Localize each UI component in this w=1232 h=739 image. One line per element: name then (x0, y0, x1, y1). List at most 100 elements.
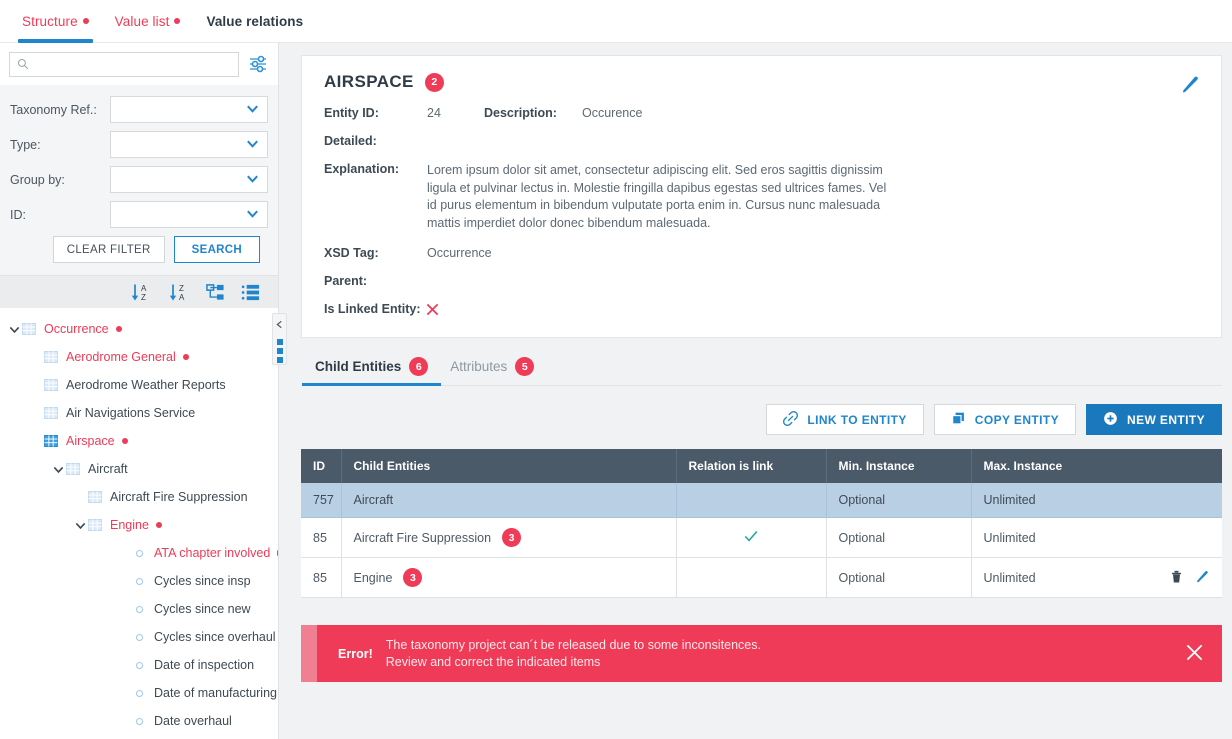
column-header-min-instance[interactable]: Min. Instance (826, 449, 972, 483)
chevron-down-icon (245, 136, 260, 154)
cell-relation-is-link (676, 557, 827, 598)
tree-node[interactable]: Date overhaul (0, 707, 278, 735)
is-linked-entity-label: Is Linked Entity: (324, 302, 421, 316)
edit-entity-pencil-icon[interactable] (1180, 74, 1201, 98)
new-entity-button[interactable]: NEW ENTITY (1086, 404, 1222, 435)
tab-child-entities[interactable]: Child Entities 6 (301, 357, 442, 386)
left-panel: Taxonomy Ref.: Type: Group by: ID: CLEAR… (0, 43, 279, 739)
entity-id-value: 24 (427, 106, 441, 120)
column-header-relation-is-link[interactable]: Relation is link (676, 449, 827, 483)
tree-node[interactable]: Airspace (0, 427, 278, 455)
tree-node[interactable]: Aircraft Fire Suppression (0, 483, 278, 511)
drag-grip-icon (276, 339, 283, 363)
entity-detail-card: AIRSPACE 2 Entity ID: 24 Description: Oc… (301, 55, 1222, 338)
tree-node[interactable]: Cycles since new (0, 595, 278, 623)
cell-max-instance: Unlimited (971, 517, 1222, 558)
table-row[interactable]: 757 Aircraft Optional Unlimited (301, 483, 1222, 518)
tree-node-status-dot (121, 438, 128, 444)
cell-child-entity-name: Aircraft Fire Suppression 3 (341, 517, 677, 558)
sort-az-icon[interactable]: A Z (130, 282, 152, 302)
id-select[interactable] (110, 201, 268, 228)
tab-value-list[interactable]: Value list (115, 0, 181, 43)
cell-max-instance: Unlimited (971, 483, 1222, 518)
detailed-row: Detailed: (324, 134, 1199, 148)
chevron-down-icon[interactable] (72, 519, 88, 532)
tree-node-label: Aircraft (88, 462, 128, 476)
filter-row-group-by: Group by: (10, 164, 268, 195)
explanation-value: Lorem ipsum dolor sit amet, consectetur … (427, 163, 887, 230)
explanation-row: Explanation: Lorem ipsum dolor sit amet,… (324, 162, 1199, 232)
entity-id-row: Entity ID: 24 Description: Occurence (324, 106, 1199, 120)
table-row[interactable]: 85 Aircraft Fire Suppression 3 Optional Unli… (301, 517, 1222, 558)
search-row (0, 43, 278, 85)
search-box[interactable] (9, 51, 239, 77)
filter-buttons: CLEAR FILTER SEARCH (10, 236, 268, 263)
right-panel: AIRSPACE 2 Entity ID: 24 Description: Oc… (279, 43, 1232, 739)
tree-node[interactable]: Cycles since insp (0, 567, 278, 595)
tree-node-label: Air Navigations Service (66, 406, 196, 420)
column-header-max-instance[interactable]: Max. Instance (971, 449, 1222, 483)
panel-collapse-handle[interactable] (272, 313, 287, 365)
tree-view-icon[interactable] (206, 283, 225, 302)
tree-node-label: Cycles since new (154, 602, 251, 616)
entity-table-icon (44, 378, 59, 392)
edit-row-icon[interactable] (1195, 569, 1210, 587)
link-to-entity-button[interactable]: LINK TO ENTITY (766, 404, 924, 435)
attribute-circle-icon (132, 633, 147, 641)
detailed-label: Detailed: (324, 134, 377, 148)
tree-node[interactable]: Date of inspection (0, 651, 278, 679)
chevron-down-icon (245, 171, 260, 189)
tree-node-label: Aircraft Fire Suppression (110, 490, 248, 504)
entity-table-icon (44, 434, 59, 448)
type-select[interactable] (110, 131, 268, 158)
taxonomy-ref-select[interactable] (110, 96, 268, 123)
search-button[interactable]: SEARCH (173, 236, 260, 263)
table-row[interactable]: 85 Engine 3 Optional Unlimited (301, 557, 1222, 598)
cell-id: 85 (301, 517, 342, 558)
filter-label-type: Type: (10, 137, 41, 152)
column-header-id[interactable]: ID (301, 449, 342, 483)
entity-table-icon (88, 518, 103, 532)
search-icon (17, 58, 29, 70)
tree-node[interactable]: Air Navigations Service (0, 399, 278, 427)
filter-settings-icon[interactable] (247, 53, 269, 75)
search-input[interactable] (35, 57, 231, 71)
tree-node[interactable]: ATA chapter involved (0, 539, 278, 567)
tree-node[interactable]: Engine (0, 511, 278, 539)
entity-actions: LINK TO ENTITY COPY ENTITY NEW ENTITY (301, 404, 1222, 435)
tree-node[interactable]: Aerodrome Weather Reports (0, 371, 278, 399)
sort-za-icon[interactable]: Z A (168, 282, 190, 302)
filter-label-taxonomy-ref: Taxonomy Ref.: (10, 102, 97, 117)
app-root: Structure Value list Value relations Tax… (0, 0, 1232, 739)
tree-node[interactable]: Occurrence (0, 315, 278, 343)
tab-attributes[interactable]: Attributes 5 (450, 357, 535, 386)
clear-filter-button[interactable]: CLEAR FILTER (52, 236, 165, 263)
tab-value-relations[interactable]: Value relations (206, 0, 303, 43)
tree-node[interactable]: Date of manufacturing (0, 679, 278, 707)
chevron-down-icon[interactable] (50, 463, 66, 476)
child-entity-badge: 3 (403, 568, 423, 587)
close-icon[interactable] (1184, 642, 1205, 666)
cell-relation-is-link (676, 483, 827, 518)
error-title: Error! (338, 646, 373, 661)
error-accent-bar (301, 625, 317, 682)
chevron-down-icon[interactable] (6, 323, 22, 336)
error-message-line1: The taxonomy project can´t be released d… (385, 637, 761, 652)
group-by-select[interactable] (110, 166, 268, 193)
tree-node[interactable]: Aerodrome General (0, 343, 278, 371)
tree-node[interactable]: Cycles since overhaul (0, 623, 278, 651)
xsd-tag-row: XSD Tag: Occurrence (324, 246, 1199, 260)
list-view-icon[interactable] (241, 283, 260, 302)
chevron-left-icon (275, 317, 284, 332)
tab-structure[interactable]: Structure (18, 0, 93, 43)
entity-title-row: AIRSPACE 2 (324, 72, 1199, 92)
filter-label-id: ID: (10, 207, 26, 222)
description-label: Description: (484, 106, 557, 120)
column-header-child-entities[interactable]: Child Entities (341, 449, 677, 483)
tab-attributes-label: Attributes (450, 359, 508, 374)
svg-text:Z: Z (179, 284, 184, 293)
tree-node[interactable]: Aircraft (0, 455, 278, 483)
delete-row-icon[interactable] (1169, 569, 1184, 587)
chevron-down-icon (245, 206, 260, 224)
copy-entity-button[interactable]: COPY ENTITY (933, 404, 1076, 435)
